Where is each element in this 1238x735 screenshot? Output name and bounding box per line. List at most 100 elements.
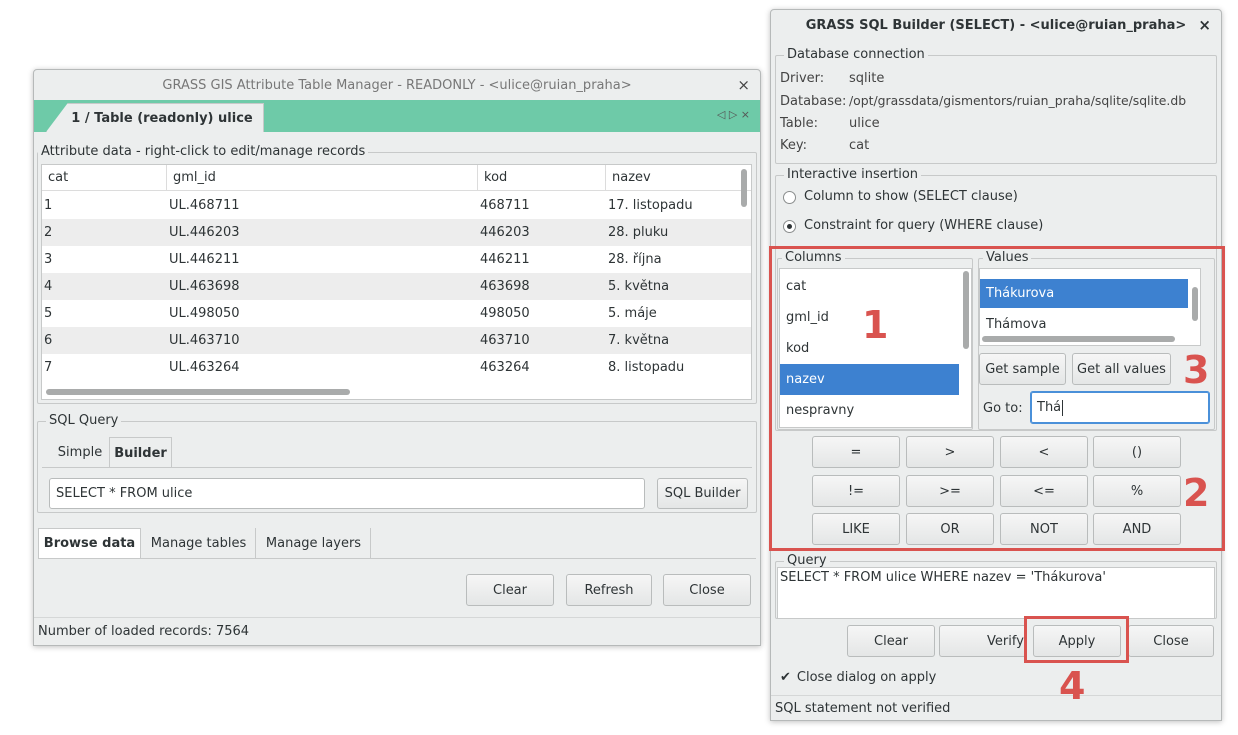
radio-select-clause[interactable]	[783, 191, 796, 204]
cell-gml-id: UL.463264	[169, 360, 240, 375]
sqlb-status-bar: SQL statement not verified	[771, 695, 1221, 721]
refresh-label: Refresh	[584, 582, 634, 598]
tab-browse-data-label: Browse data	[43, 536, 136, 551]
sqlb-close-icon[interactable]: ×	[1198, 16, 1211, 34]
clear-button[interactable]: Clear	[466, 574, 554, 606]
cell-nazev: 8. listopadu	[608, 360, 685, 375]
cell-nazev: 5. května	[608, 279, 670, 294]
database-label: Database:	[780, 94, 847, 109]
sqlb-title: GRASS SQL Builder (SELECT) - <ulice@ruia…	[805, 17, 1187, 33]
driver-label: Driver:	[780, 71, 825, 86]
annotation-number-1: 1	[862, 303, 889, 347]
table-row[interactable]: 4 UL.463698 463698 5. května	[42, 273, 751, 300]
cell-cat: 6	[44, 333, 53, 348]
sql-query-value: SELECT * FROM ulice	[56, 486, 193, 501]
query-textarea[interactable]: SELECT * FROM ulice WHERE nazev = 'Tháku…	[777, 567, 1215, 619]
close-on-apply-checkbox[interactable]: ✔ Close dialog on apply	[780, 670, 936, 685]
database-value: /opt/grassdata/gismentors/ruian_praha/sq…	[849, 93, 1187, 108]
cell-nazev: 7. května	[608, 333, 670, 348]
sql-tabs-divider	[42, 467, 752, 468]
atm-tab-label: 1 / Table (readonly) ulice	[71, 110, 253, 126]
tab-manage-tables-label: Manage tables	[150, 535, 247, 551]
close-button[interactable]: Close	[663, 574, 751, 606]
atm-title: GRASS GIS Attribute Table Manager - READ…	[162, 77, 632, 93]
verify-label: Verify	[987, 633, 1024, 649]
checkmark-icon: ✔	[780, 670, 791, 685]
cell-cat: 2	[44, 225, 53, 240]
annotation-number-4: 4	[1059, 664, 1086, 708]
atm-titlebar[interactable]: GRASS GIS Attribute Table Manager - READ…	[34, 70, 760, 100]
sql-query-label: SQL Query	[46, 413, 122, 429]
sqlb-titlebar[interactable]: GRASS SQL Builder (SELECT) - <ulice@ruia…	[771, 10, 1221, 40]
table-row[interactable]: 6 UL.463710 463710 7. května	[42, 327, 751, 354]
bottom-tabs-divider	[38, 558, 756, 559]
query-value: SELECT * FROM ulice WHERE nazev = 'Tháku…	[780, 570, 1106, 585]
cell-cat: 3	[44, 252, 53, 267]
table-row[interactable]: 1 UL.468711 468711 17. listopadu	[42, 192, 751, 219]
radio-where-label: Constraint for query (WHERE clause)	[804, 218, 1044, 233]
sql-tab-builder-label: Builder	[114, 445, 167, 461]
sql-tab-simple-label: Simple	[57, 444, 103, 460]
tab-manage-tables[interactable]: Manage tables	[142, 528, 256, 558]
cell-cat: 1	[44, 198, 53, 213]
tab-manage-layers[interactable]: Manage layers	[257, 528, 371, 558]
sqlb-close-button[interactable]: Close	[1128, 625, 1214, 657]
key-label: Key:	[780, 138, 808, 153]
cell-gml-id: UL.446203	[169, 225, 240, 240]
sql-tab-builder[interactable]: Builder	[109, 437, 172, 468]
table-row[interactable]: 2 UL.446203 446203 28. pluku	[42, 219, 751, 246]
cell-nazev: 5. máje	[608, 306, 657, 321]
header-nazev[interactable]: nazev	[606, 165, 741, 191]
cell-kod: 446203	[480, 225, 530, 240]
cell-nazev: 28. října	[608, 252, 662, 267]
atm-close-icon[interactable]: ×	[737, 76, 750, 94]
status-bar: Number of loaded records: 7564	[34, 617, 760, 645]
verify-button[interactable]: Verify	[939, 625, 1027, 657]
sql-builder-button[interactable]: SQL Builder	[657, 478, 748, 509]
header-kod[interactable]: kod	[478, 165, 606, 191]
sqlb-clear-button[interactable]: Clear	[847, 625, 935, 657]
db-connection-label: Database connection	[784, 47, 928, 63]
header-cat[interactable]: cat	[42, 165, 167, 191]
sqlb-clear-label: Clear	[874, 633, 908, 649]
cell-gml-id: UL.446211	[169, 252, 240, 267]
tab-browse-data[interactable]: Browse data	[38, 528, 141, 558]
cell-nazev: 28. pluku	[608, 225, 669, 240]
atm-tab-table[interactable]: 1 / Table (readonly) ulice	[46, 103, 264, 132]
cell-kod: 463710	[480, 333, 530, 348]
interactive-insertion-label: Interactive insertion	[784, 167, 922, 183]
table-header: cat gml_id kod nazev	[42, 165, 751, 191]
attribute-table-manager-window: GRASS GIS Attribute Table Manager - READ…	[33, 69, 761, 646]
table-row[interactable]: 3 UL.446211 446211 28. října	[42, 246, 751, 273]
sql-tab-simple[interactable]: Simple	[51, 437, 109, 467]
db-info: Driver: sqlite Database:/opt/grassdata/gi…	[780, 68, 1220, 157]
cell-cat: 7	[44, 360, 53, 375]
table-row[interactable]: 7 UL.463264 463264 8. listopadu	[42, 354, 751, 381]
cell-gml-id: UL.463710	[169, 333, 240, 348]
cell-cat: 5	[44, 306, 53, 321]
sql-query-input[interactable]: SELECT * FROM ulice	[49, 478, 645, 509]
table-label: Table:	[780, 116, 818, 131]
attribute-table[interactable]: cat gml_id kod nazev 1 UL.468711 468711 17.…	[41, 164, 752, 400]
annotation-box-4	[1024, 616, 1129, 663]
cell-gml-id: UL.463698	[169, 279, 240, 294]
cell-nazev: 17. listopadu	[608, 198, 693, 213]
driver-value: sqlite	[849, 71, 885, 86]
table-row[interactable]: 5 UL.498050 498050 5. máje	[42, 300, 751, 327]
clear-label: Clear	[493, 582, 527, 598]
atm-tab-controls[interactable]: ◁ ▷ ×	[717, 108, 750, 121]
status-text: Number of loaded records: 7564	[38, 624, 250, 639]
attribute-data-label: Attribute data - right-click to edit/man…	[38, 144, 369, 160]
table-hscrollbar[interactable]	[46, 389, 350, 395]
radio-where-clause[interactable]	[783, 220, 796, 233]
cell-cat: 4	[44, 279, 53, 294]
sqlb-close-label: Close	[1153, 633, 1189, 649]
cell-gml-id: UL.498050	[169, 306, 240, 321]
table-value: ulice	[849, 116, 880, 131]
refresh-button[interactable]: Refresh	[566, 574, 652, 606]
table-vscrollbar[interactable]	[741, 169, 747, 207]
cell-kod: 463264	[480, 360, 530, 375]
annotation-box-2	[769, 246, 1225, 551]
annotation-number-2: 2	[1183, 471, 1210, 515]
header-gml-id[interactable]: gml_id	[167, 165, 478, 191]
